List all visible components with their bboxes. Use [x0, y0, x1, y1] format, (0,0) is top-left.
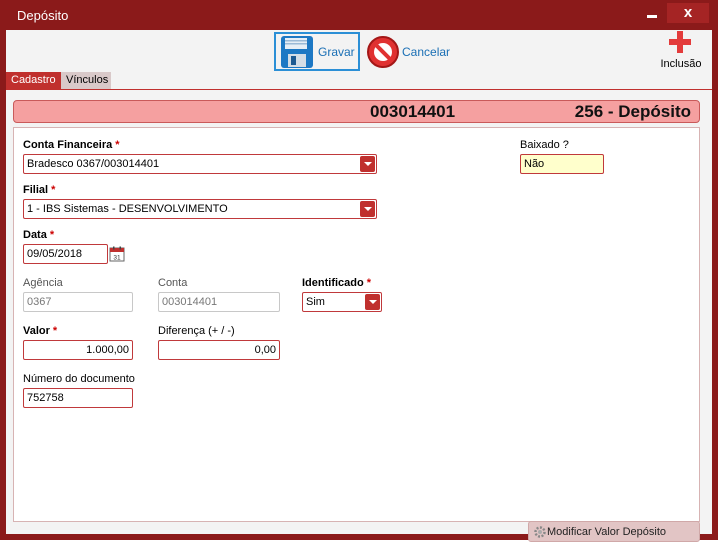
inclusao-label: Inclusão	[660, 58, 702, 70]
tab-vinculos[interactable]: Vínculos	[61, 72, 111, 89]
data-input[interactable]: 09/05/2018	[23, 244, 108, 264]
deposit-window: Depósito x Gravar Cancelar Inclusão Cada…	[0, 0, 718, 542]
save-icon	[281, 35, 313, 68]
filial-select[interactable]: 1 - IBS Sistemas - DESENVOLVIMENTO	[23, 199, 377, 219]
toolbar: Gravar Cancelar Inclusão	[6, 30, 712, 72]
valor-input[interactable]: 1.000,00	[23, 340, 133, 360]
modificar-label: Modificar Valor Depósito	[547, 525, 667, 538]
chevron-down-icon[interactable]	[360, 201, 375, 217]
baixado-field[interactable]: Não	[520, 154, 604, 174]
close-button[interactable]: x	[667, 3, 709, 23]
inclusao-button[interactable]: Inclusão	[656, 30, 706, 70]
agencia-field: 0367	[23, 292, 133, 312]
baixado-label: Baixado ?	[520, 139, 569, 151]
calendar-icon[interactable]: 31	[109, 246, 125, 262]
gear-icon	[534, 526, 546, 538]
data-label: Data *	[23, 229, 55, 241]
cancelar-button[interactable]: Cancelar	[366, 34, 450, 70]
minimize-icon	[647, 15, 657, 18]
filial-label: Filial *	[23, 184, 56, 196]
tab-cadastro[interactable]: Cadastro	[6, 72, 61, 89]
valor-label: Valor *	[23, 325, 58, 337]
record-number: 003014401	[370, 102, 456, 121]
title-bar: Depósito x	[0, 0, 718, 30]
numero-documento-input[interactable]: 752758	[23, 388, 133, 408]
conta-financeira-label: Conta Financeira *	[23, 139, 120, 151]
cancel-icon	[367, 36, 399, 68]
window-client-area: Gravar Cancelar Inclusão Cadastro Víncul…	[6, 30, 712, 542]
plus-icon	[669, 31, 691, 53]
conta-financeira-select[interactable]: Bradesco 0367/003014401	[23, 154, 377, 174]
cancelar-label: Cancelar	[402, 45, 451, 59]
identificado-label: Identificado *	[302, 277, 372, 289]
tab-divider	[6, 89, 712, 90]
conta-field: 003014401	[158, 292, 280, 312]
svg-text:31: 31	[113, 255, 121, 262]
record-type: 256 - Depósito	[574, 102, 691, 121]
diferenca-label: Diferença (+ / -)	[158, 325, 235, 337]
form-panel: Conta Financeira * Bradesco 0367/00301440…	[13, 127, 700, 542]
gravar-label: Gravar	[318, 44, 355, 59]
gravar-button[interactable]: Gravar	[274, 32, 360, 71]
minimize-button[interactable]	[640, 3, 664, 23]
record-header: 003014401 256 - Depósito	[13, 100, 700, 123]
chevron-down-icon[interactable]	[360, 156, 375, 172]
window-title: Depósito	[17, 8, 69, 23]
modificar-valor-button[interactable]: Modificar Valor Depósito	[528, 521, 700, 542]
identificado-select[interactable]: Sim	[302, 292, 382, 312]
conta-label: Conta	[158, 277, 188, 289]
agencia-label: Agência	[23, 277, 63, 289]
numero-documento-label: Número do documento	[23, 373, 135, 385]
chevron-down-icon[interactable]	[365, 294, 380, 310]
diferenca-input[interactable]: 0,00	[158, 340, 280, 360]
